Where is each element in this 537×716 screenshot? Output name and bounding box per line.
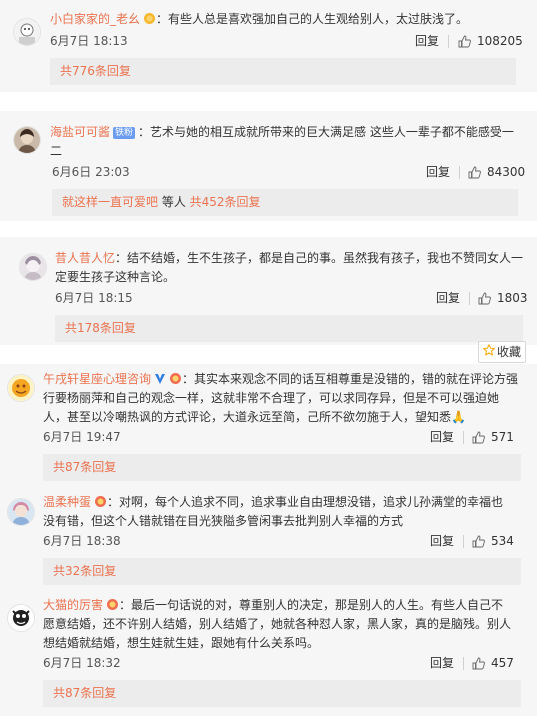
medal-icon	[169, 372, 182, 385]
avatar[interactable]	[7, 374, 35, 402]
favorite-label: 收藏	[496, 345, 521, 359]
like-button[interactable]: 571	[472, 429, 514, 445]
avatar[interactable]	[13, 126, 41, 154]
comment-time: 6月7日 19:47	[43, 430, 121, 444]
medal-icon	[94, 495, 107, 508]
like-count: 84300	[487, 165, 526, 179]
view-replies-link[interactable]: 共178条回复	[65, 321, 136, 335]
comment-card: 午戌轩星座心理咨询 ：其实本来观念不同的话互相尊重是没错的，错的就在评论方强行要杨…	[0, 364, 537, 716]
divider	[463, 535, 464, 548]
like-button[interactable]: 108205	[458, 33, 523, 49]
view-replies-link[interactable]: 共87条回复	[53, 460, 116, 474]
sub-replies[interactable]: 共87条回复	[43, 680, 521, 707]
avatar[interactable]	[7, 498, 35, 526]
thumbs-up-icon	[458, 35, 471, 48]
comment-card: 小白家家的_老幺 ：有些人总是喜欢强加自己的人生观给别人，太过肤浅了。 6月7日 …	[0, 0, 537, 92]
divider	[469, 292, 470, 305]
thumbs-up-icon	[478, 292, 491, 305]
view-replies-link[interactable]: 共776条回复	[60, 64, 131, 78]
sub-replies[interactable]: 共87条回复	[43, 454, 521, 481]
like-button[interactable]: 457	[472, 655, 514, 671]
sub-replies[interactable]: 共32条回复	[43, 558, 521, 585]
comment-time: 6月7日 18:38	[43, 534, 121, 548]
thumbs-up-icon	[468, 166, 481, 179]
username[interactable]: 温柔种蛋	[43, 495, 91, 509]
medal-icon	[106, 598, 119, 611]
avatar[interactable]	[19, 253, 47, 281]
view-replies-link[interactable]: 共87条回复	[53, 686, 116, 700]
divider	[448, 35, 449, 48]
thumbs-up-icon	[472, 657, 485, 670]
like-button[interactable]: 534	[472, 533, 514, 549]
like-button[interactable]: 84300	[468, 164, 525, 180]
thumbs-up-icon	[472, 535, 485, 548]
star-icon	[482, 341, 496, 363]
comment-text: 午戌轩星座心理咨询 ：其实本来观念不同的话互相尊重是没错的，错的就在评论方强行要杨…	[43, 370, 519, 427]
like-button[interactable]: 1803	[478, 290, 528, 306]
reply-button[interactable]: 回复	[415, 33, 439, 49]
like-count: 1803	[497, 291, 528, 305]
username[interactable]: 大猫的厉害	[43, 598, 103, 612]
comment-text: 温柔种蛋 ：对啊，每个人追求不同，追求事业自由理想没错，追求儿孙满堂的幸福也没有错…	[43, 493, 513, 531]
comment-text: 大猫的厉害 ：最后一句话说的对，尊重别人的决定，那是别人的人生。有些人自己不愿意结…	[43, 596, 513, 653]
avatar[interactable]	[7, 604, 35, 632]
like-count: 108205	[477, 34, 523, 48]
sub-replies[interactable]: 共776条回复	[50, 58, 516, 85]
comment-text: 昔人昔人忆：结不结婚，生不生孩子，都是自己的事。虽然我有孩子，我也不赞同女人一定…	[55, 249, 525, 287]
reply-button[interactable]: 回复	[436, 290, 460, 306]
reply-button[interactable]: 回复	[430, 655, 454, 671]
like-count: 534	[491, 534, 514, 548]
verified-v-icon	[154, 373, 166, 385]
comment-card: 昔人昔人忆：结不结婚，生不生孩子，都是自己的事。虽然我有孩子，我也不赞同女人一定…	[0, 237, 537, 345]
reply-button[interactable]: 回复	[426, 164, 450, 180]
view-replies-link[interactable]: 共452条回复	[190, 195, 261, 209]
username[interactable]: 午戌轩星座心理咨询	[43, 372, 151, 386]
sub-replies[interactable]: 共178条回复	[55, 315, 523, 342]
comment-body: ：对啊，每个人追求不同，追求事业自由理想没错，追求儿孙满堂的幸福也没有错，但这个…	[43, 495, 504, 528]
reply-button[interactable]: 回复	[430, 533, 454, 549]
comment-time: 6月6日 23:03	[52, 165, 130, 179]
comment-text: 海盐可可酱 铁粉 ：艺术与她的相互成就所带来的巨大满足感 这些人一辈子都不能感受一二	[50, 123, 520, 161]
thumbs-up-icon	[472, 431, 485, 444]
comment-body: ：有些人总是喜欢强加自己的人生观给别人，太过肤浅了。	[156, 12, 469, 26]
reply-button[interactable]: 回复	[430, 429, 454, 445]
sub-replies[interactable]: 就这样一直可爱吧 等人 共452条回复	[52, 189, 518, 216]
username[interactable]: 海盐可可酱	[50, 125, 110, 139]
comment-body: ：结不结婚，生不生孩子，都是自己的事。虽然我有孩子，我也不赞同女人一定要生孩子这…	[55, 251, 524, 284]
username[interactable]: 小白家家的_老幺	[50, 12, 140, 26]
comment-time: 6月7日 18:32	[43, 656, 121, 670]
favorite-button[interactable]: 收藏	[478, 341, 526, 363]
avatar[interactable]	[13, 18, 41, 46]
reply-preview-user[interactable]: 就这样一直可爱吧	[62, 195, 158, 209]
like-count: 571	[491, 430, 514, 444]
medal-icon	[143, 12, 156, 25]
divider	[463, 657, 464, 670]
fan-badge: 铁粉	[113, 127, 136, 139]
comment-time: 6月7日 18:13	[50, 34, 128, 48]
username[interactable]: 昔人昔人忆	[55, 251, 115, 265]
like-count: 457	[491, 656, 514, 670]
comment-text: 小白家家的_老幺 ：有些人总是喜欢强加自己的人生观给别人，太过肤浅了。	[50, 10, 520, 29]
divider	[459, 166, 460, 179]
comment-card: 海盐可可酱 铁粉 ：艺术与她的相互成就所带来的巨大满足感 这些人一辈子都不能感受一二…	[0, 111, 537, 221]
view-replies-link[interactable]: 共32条回复	[53, 564, 116, 578]
comment-time: 6月7日 18:15	[55, 291, 133, 305]
reply-preview-mid: 等人	[158, 195, 190, 209]
divider	[463, 431, 464, 444]
